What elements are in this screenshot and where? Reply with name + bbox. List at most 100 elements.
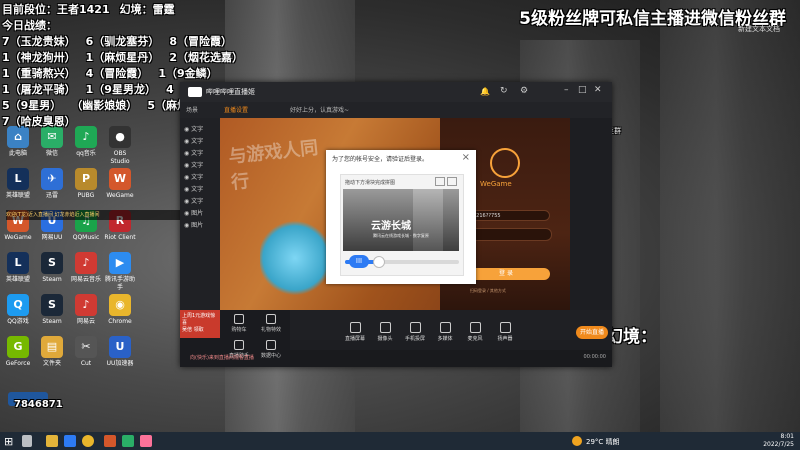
desktop-icon[interactable]: L 英雄联盟 bbox=[2, 252, 34, 284]
scene-item[interactable]: ◉ 文字 bbox=[184, 136, 216, 146]
stream-title[interactable]: 好好上分，认真游戏~ bbox=[290, 105, 349, 114]
record-cell: 6（驯龙塞芬） bbox=[85, 35, 160, 48]
settings-icon[interactable]: ⚙ bbox=[520, 86, 528, 96]
desktop-icon[interactable]: W WeGame bbox=[104, 168, 136, 200]
slider-piece[interactable] bbox=[373, 256, 385, 268]
desktop-icon[interactable]: ● OBS Studio bbox=[104, 126, 136, 166]
close-icon[interactable]: × bbox=[462, 152, 470, 163]
explorer-icon[interactable] bbox=[46, 435, 58, 447]
desktop-icon[interactable]: ✉ 微信 bbox=[36, 126, 68, 158]
desktop-icon[interactable]: P PUBG bbox=[70, 168, 102, 200]
promo-banner[interactable]: 上周1元游戏惊喜 吴倍 领取 bbox=[180, 310, 220, 338]
toolbar-label: 直播屏幕 bbox=[344, 336, 365, 342]
desktop-icon-label: Steam bbox=[42, 318, 62, 325]
toolbar-media-button[interactable]: 多媒体 bbox=[432, 322, 458, 342]
desktop-icon-label: 此电脑 bbox=[8, 150, 27, 157]
app-icon: P bbox=[75, 168, 97, 190]
tool-icon bbox=[266, 314, 276, 324]
desktop-icon-label: Steam bbox=[42, 276, 62, 283]
speaker-icon bbox=[499, 322, 511, 333]
desktop-icon[interactable]: ⌂ 此电脑 bbox=[2, 126, 34, 158]
bilibili-icon[interactable] bbox=[140, 435, 152, 447]
castle-tower bbox=[413, 189, 443, 251]
chrome-icon[interactable] bbox=[82, 435, 94, 447]
scene-item[interactable]: ◉ 图片 bbox=[184, 208, 216, 218]
desktop-icon-label: OBS Studio bbox=[110, 150, 130, 165]
clock-time: 8:01 bbox=[780, 433, 794, 440]
toolbar-label: 麦克风 bbox=[467, 336, 483, 342]
desktop-icon-label: QQ游戏 bbox=[7, 318, 29, 325]
screen-icon bbox=[349, 322, 361, 333]
scene-label: 图片 bbox=[191, 222, 204, 229]
tab-scenes[interactable]: 场景 bbox=[186, 105, 198, 114]
desktop-icon[interactable]: ▶ 腾讯手游助手 bbox=[104, 252, 136, 292]
record-cell: 7（玉龙贵妹） bbox=[2, 35, 76, 48]
start-live-button[interactable]: 开始直播 bbox=[576, 326, 608, 339]
refresh-icon[interactable] bbox=[435, 177, 445, 186]
search-icon[interactable] bbox=[22, 435, 32, 447]
toolbar-camera-button[interactable]: 摄像头 bbox=[372, 322, 398, 342]
desktop-icon[interactable]: S Steam bbox=[36, 294, 68, 326]
app-icon: ♪ bbox=[75, 294, 97, 316]
status-bar: 向(快乐)来到直播间观看直播 00:00:00 bbox=[190, 350, 612, 367]
slider-handle[interactable]: III bbox=[349, 255, 369, 268]
wegame-logo-text: WeGame bbox=[480, 180, 512, 188]
wegame-icon[interactable] bbox=[104, 435, 116, 447]
scene-list: ◉ 文字 ◉ 文字 ◉ 文字 ◉ 文字 ◉ 文字 ◉ 文字 ◉ 文字 ◉ 图片 ◉ 图片 bbox=[180, 118, 220, 310]
edge-icon[interactable] bbox=[64, 435, 76, 447]
desktop-icon[interactable]: ▤ 文件夹 bbox=[36, 336, 68, 368]
desktop-icon[interactable]: Q QQ游戏 bbox=[2, 294, 34, 326]
desktop-icon-label: UU加速器 bbox=[106, 360, 134, 367]
promo-line1: 上周1元游戏惊喜 bbox=[182, 313, 216, 326]
app-icon: G bbox=[7, 336, 29, 358]
desktop-icon[interactable]: ♪ qq音乐 bbox=[70, 126, 102, 158]
tab-live-settings[interactable]: 直播设置 bbox=[224, 105, 248, 114]
desktop-icon-label: 迅雷 bbox=[45, 192, 58, 199]
captcha-image: 云游长城 腾讯云在线游戏长城 · 数字复原 bbox=[343, 189, 459, 251]
desktop-icon[interactable]: ♪ 网易云 bbox=[70, 294, 102, 326]
huanjing-text: 幻境：雷霆 bbox=[119, 3, 175, 16]
left-tool-button[interactable]: 礼物特效 bbox=[256, 314, 286, 333]
toolbar-speaker-button[interactable]: 扬声器 bbox=[492, 322, 518, 342]
scene-item[interactable]: ◉ 文字 bbox=[184, 148, 216, 158]
scene-item[interactable]: ◉ 文字 bbox=[184, 124, 216, 134]
window-titlebar: 哔哩哔哩直播姬 🔔 ↻ ⚙ – □ ✕ bbox=[180, 82, 612, 102]
desktop-icon[interactable]: G GeForce bbox=[2, 336, 34, 368]
scan-login-link[interactable]: 扫码登录 / 其他方式 bbox=[470, 288, 506, 294]
minimize-icon[interactable]: – bbox=[564, 85, 569, 95]
desktop-icon[interactable]: ✈ 迅雷 bbox=[36, 168, 68, 200]
left-tool-button[interactable]: 购物车 bbox=[224, 314, 254, 333]
live-timer: 00:00:00 bbox=[583, 354, 606, 360]
left-tool-label: 礼物特效 bbox=[260, 327, 281, 333]
scene-item[interactable]: ◉ 文字 bbox=[184, 160, 216, 170]
windows-start-icon[interactable]: ⊞ bbox=[4, 435, 13, 448]
toolbar-screen-button[interactable]: 直播屏幕 bbox=[342, 322, 368, 342]
toolbar-mic-button[interactable]: 麦克风 bbox=[462, 322, 488, 342]
bell-icon[interactable]: 🔔 bbox=[480, 87, 490, 96]
app-icon: U bbox=[109, 336, 131, 358]
record-cell: 7（哈皮臭恩） bbox=[2, 115, 76, 128]
system-clock[interactable]: 8:01 2022/7/25 bbox=[763, 433, 794, 449]
user-id: 7846871 bbox=[14, 399, 63, 410]
desktop-icon-label: Cut bbox=[80, 360, 92, 367]
record-row: 7（玉龙贵妹） 6（驯龙塞芬） 8（冒险霞） bbox=[2, 34, 243, 50]
refresh-icon[interactable]: ↻ bbox=[500, 86, 508, 96]
scene-item[interactable]: ◉ 图片 bbox=[184, 220, 216, 230]
left-tool-button[interactable]: 数据中心 bbox=[256, 340, 286, 359]
desktop-icon[interactable]: S Steam bbox=[36, 252, 68, 284]
desktop-icon[interactable]: ✂ Cut bbox=[70, 336, 102, 368]
close-icon[interactable]: ✕ bbox=[594, 85, 602, 95]
desktop-icon[interactable]: ♪ 网易云音乐 bbox=[70, 252, 102, 284]
huanjing-overlay: 幻境： bbox=[606, 327, 657, 347]
tab-bar: 场景 直播设置 好好上分，认真游戏~ bbox=[180, 102, 612, 118]
desktop-icon[interactable]: U UU加速器 bbox=[104, 336, 136, 368]
wechat-icon[interactable] bbox=[122, 435, 134, 447]
maximize-icon[interactable]: □ bbox=[578, 85, 587, 95]
toolbar-phone-button[interactable]: 手机投屏 bbox=[402, 322, 428, 342]
feedback-icon[interactable] bbox=[447, 177, 457, 186]
desktop-icon[interactable]: ◉ Chrome bbox=[104, 294, 136, 326]
scene-item[interactable]: ◉ 文字 bbox=[184, 184, 216, 194]
scene-item[interactable]: ◉ 文字 bbox=[184, 196, 216, 206]
scene-item[interactable]: ◉ 文字 bbox=[184, 172, 216, 182]
desktop-icon[interactable]: L 英雄联盟 bbox=[2, 168, 34, 200]
